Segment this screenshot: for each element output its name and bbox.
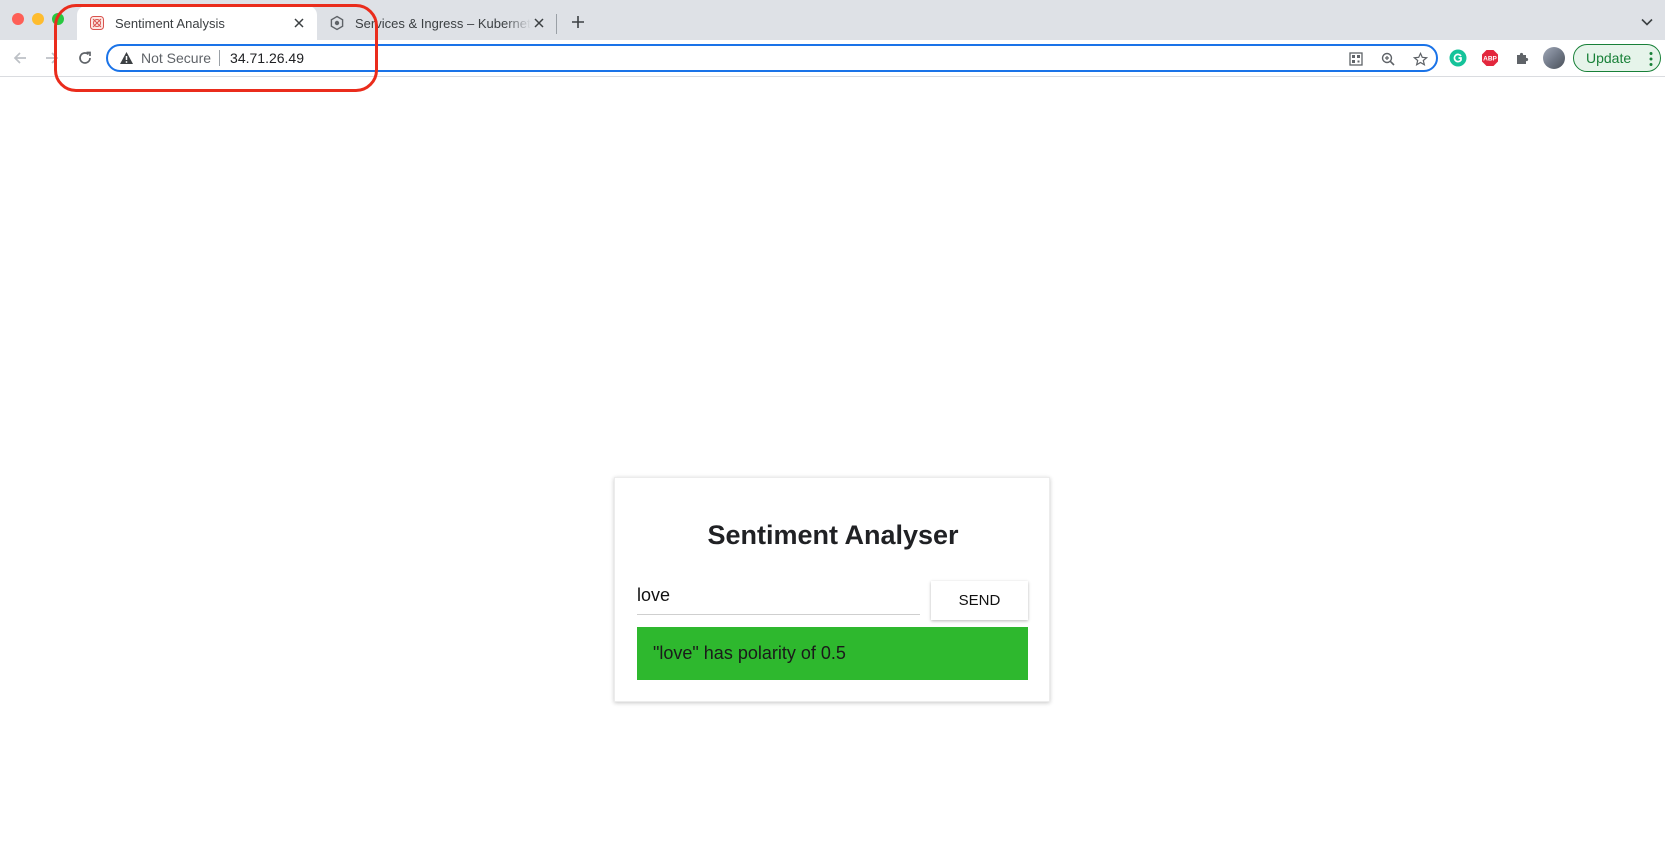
omnibox-divider (219, 50, 221, 66)
tab-title: Sentiment Analysis (115, 15, 225, 31)
zoom-icon[interactable] (1378, 49, 1398, 69)
profile-avatar[interactable] (1543, 47, 1565, 69)
polarity-result: "love" has polarity of 0.5 (637, 627, 1028, 680)
omnibox-actions (1346, 49, 1430, 69)
back-arrow-icon[interactable] (8, 46, 32, 70)
browser-toolbar: Not Secure 34.71.26.49 ABP Update (0, 40, 1665, 77)
kubernetes-engine-icon (329, 15, 345, 31)
reload-icon[interactable] (73, 46, 97, 70)
not-secure-label[interactable]: Not Secure (141, 50, 211, 66)
more-menu-icon[interactable] (1649, 51, 1653, 67)
update-button[interactable]: Update (1573, 44, 1661, 72)
window-minimize-button[interactable] (32, 13, 44, 25)
sentiment-favicon-icon (89, 15, 105, 31)
tab-search-chevron-icon[interactable] (1637, 12, 1657, 32)
tab-title: Services & Ingress – Kubernetes Engine (355, 15, 531, 31)
extensions-puzzle-icon[interactable] (1512, 48, 1532, 68)
bookmark-star-icon[interactable] (1410, 49, 1430, 69)
close-tab-icon[interactable] (291, 15, 307, 31)
tab-services-ingress[interactable]: Services & Ingress – Kubernetes Engine (317, 6, 557, 40)
text-input-wrapper (637, 580, 920, 615)
adblock-plus-icon[interactable]: ABP (1480, 48, 1500, 68)
tab-separator (556, 14, 557, 34)
close-tab-icon[interactable] (531, 15, 547, 31)
qr-code-icon[interactable] (1346, 49, 1366, 69)
tab-strip: Sentiment Analysis Services & Ingress – … (0, 0, 1665, 40)
update-label: Update (1586, 50, 1632, 66)
page-title: Sentiment Analyser (707, 520, 959, 550)
new-tab-button[interactable] (568, 12, 588, 32)
warning-triangle-icon[interactable] (118, 50, 134, 66)
svg-text:ABP: ABP (1483, 56, 1497, 63)
tab-sentiment-analysis[interactable]: Sentiment Analysis (77, 6, 317, 40)
forward-arrow-icon[interactable] (40, 46, 64, 70)
window-close-button[interactable] (12, 13, 24, 25)
grammarly-icon[interactable] (1448, 48, 1468, 68)
sentiment-text-input[interactable] (637, 580, 920, 610)
window-maximize-button[interactable] (52, 13, 64, 25)
url-text[interactable]: 34.71.26.49 (230, 50, 304, 66)
address-bar[interactable]: Not Secure 34.71.26.49 (106, 44, 1438, 72)
send-button[interactable]: SEND (931, 581, 1028, 620)
sentiment-card: Sentiment Analyser SEND "love" has polar… (614, 477, 1050, 702)
